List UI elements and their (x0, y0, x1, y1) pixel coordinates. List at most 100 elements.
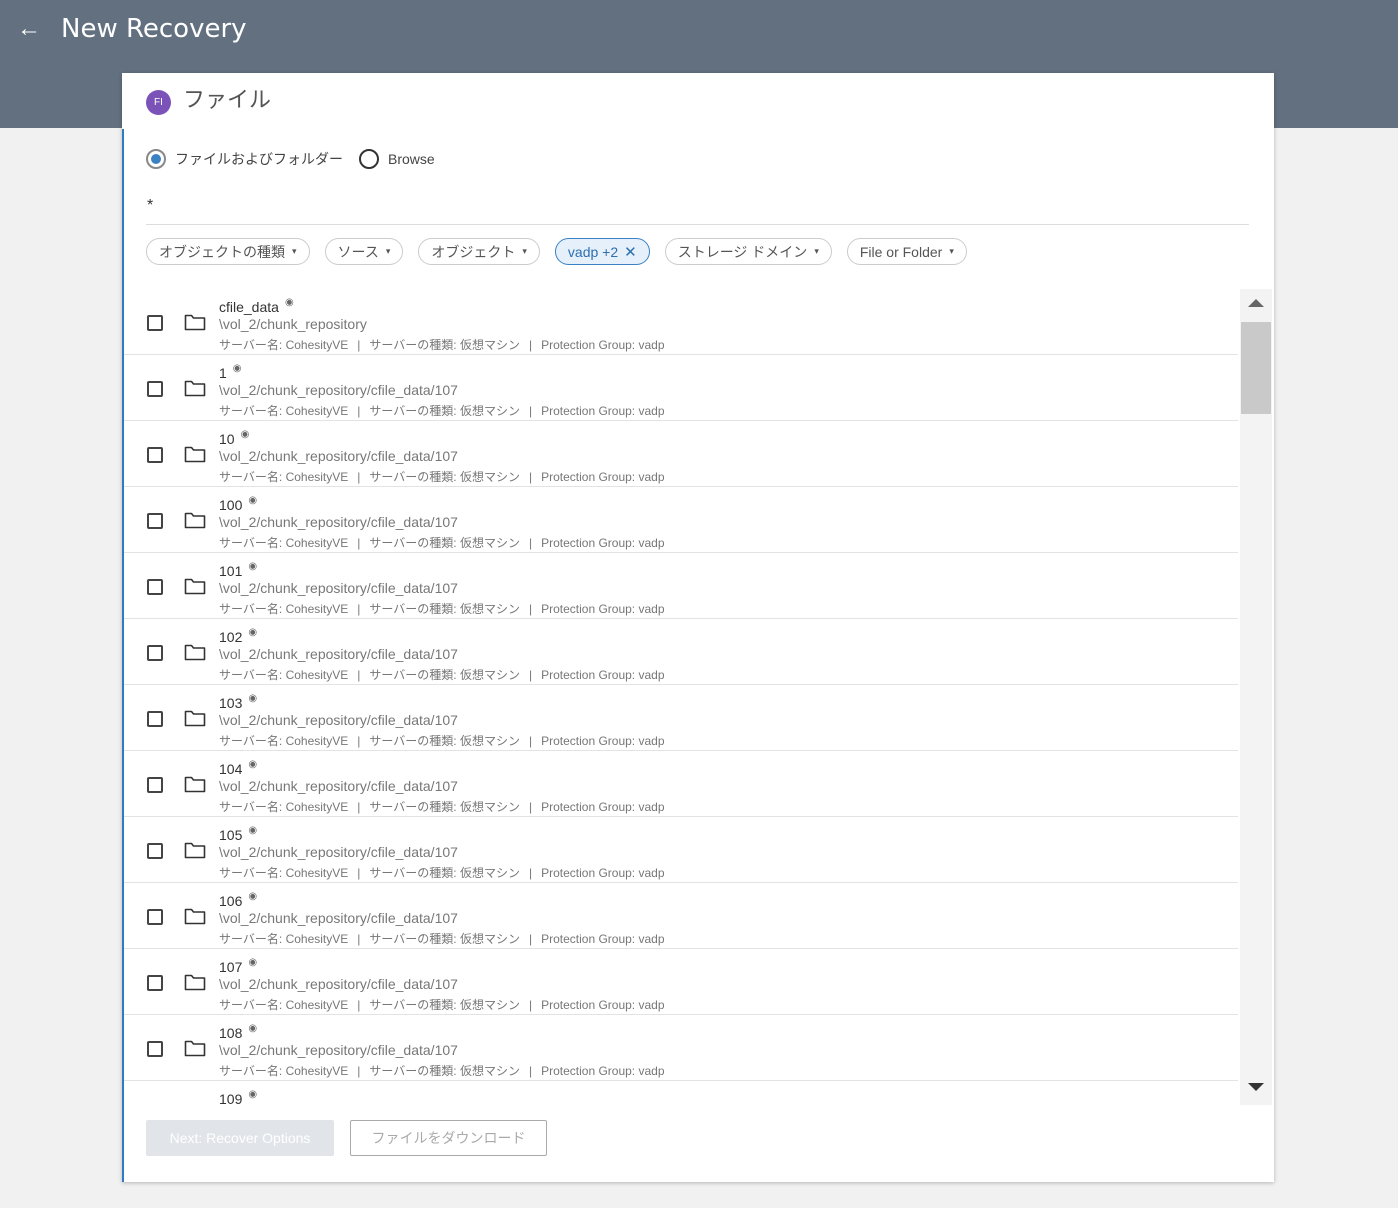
server-name-label: サーバー名: (219, 734, 283, 748)
radio-browse[interactable]: Browse (359, 149, 435, 169)
filter-chip[interactable]: ソース ▾ (324, 238, 404, 265)
scroll-down-arrow-icon[interactable] (1248, 1083, 1264, 1091)
server-name-label: サーバー名: (219, 1064, 283, 1078)
card-title: ファイル (183, 88, 272, 113)
list-item[interactable]: 100 ◉ \vol_2/chunk_repository/cfile_data/1… (124, 487, 1238, 553)
item-name[interactable]: 104 (219, 761, 242, 777)
radio-label: Browse (388, 151, 435, 167)
list-item[interactable]: 103 ◉ \vol_2/chunk_repository/cfile_data/1… (124, 685, 1238, 751)
download-files-button[interactable]: ファイルをダウンロード (350, 1120, 547, 1156)
folder-icon (184, 775, 206, 793)
card-header: FI ファイル (122, 73, 1274, 129)
eye-icon[interactable]: ◉ (248, 495, 257, 506)
list-item[interactable]: 108 ◉ \vol_2/chunk_repository/cfile_data/1… (124, 1015, 1238, 1081)
eye-icon[interactable]: ◉ (248, 891, 257, 902)
filter-chip[interactable]: vadp +2 ✕ (554, 238, 650, 265)
eye-icon[interactable]: ◉ (248, 825, 257, 836)
row-checkbox[interactable] (147, 513, 163, 529)
item-name[interactable]: 107 (219, 959, 242, 975)
server-name-value: CohesityVE (285, 1064, 349, 1078)
eye-icon[interactable]: ◉ (248, 627, 257, 638)
chevron-down-icon: ▾ (814, 246, 819, 256)
protection-group-label: Protection Group: (541, 800, 636, 814)
row-checkbox[interactable] (147, 975, 163, 991)
server-name-value: CohesityVE (285, 866, 349, 880)
list-item[interactable]: 105 ◉ \vol_2/chunk_repository/cfile_data/1… (124, 817, 1238, 883)
scroll-up-arrow-icon[interactable] (1248, 299, 1264, 307)
list-item[interactable]: 104 ◉ \vol_2/chunk_repository/cfile_data/1… (124, 751, 1238, 817)
filter-chip[interactable]: オブジェクト ▾ (418, 238, 540, 265)
row-checkbox[interactable] (147, 447, 163, 463)
list-item[interactable]: 107 ◉ \vol_2/chunk_repository/cfile_data/1… (124, 949, 1238, 1015)
item-name[interactable]: cfile_data (219, 299, 279, 315)
item-meta: サーバー名: CohesityVE | サーバーの種類: 仮想マシン | Protect… (219, 864, 665, 881)
item-name[interactable]: 106 (219, 893, 242, 909)
protection-group-value: vadp (638, 998, 665, 1012)
row-checkbox[interactable] (147, 1041, 163, 1057)
server-name-label: サーバー名: (219, 800, 283, 814)
item-name[interactable]: 103 (219, 695, 242, 711)
remove-filter-icon[interactable]: ✕ (624, 243, 637, 261)
row-checkbox[interactable] (147, 645, 163, 661)
server-type-label: サーバーの種類: (369, 800, 457, 814)
back-arrow-icon[interactable]: ← (16, 16, 42, 42)
server-name-value: CohesityVE (285, 602, 349, 616)
list-item[interactable]: 10 ◉ \vol_2/chunk_repository/cfile_data/10… (124, 421, 1238, 487)
list-scrollbar[interactable] (1240, 289, 1272, 1105)
eye-icon[interactable]: ◉ (248, 1023, 257, 1034)
item-path: \vol_2/chunk_repository/cfile_data/107 (219, 778, 458, 794)
list-item[interactable]: cfile_data ◉ \vol_2/chunk_repository サーバー名:… (124, 289, 1238, 355)
meta-separator: | (528, 536, 533, 550)
server-type-value: 仮想マシン (459, 470, 520, 484)
eye-icon[interactable]: ◉ (248, 561, 257, 572)
eye-icon[interactable]: ◉ (248, 957, 257, 968)
list-item[interactable]: 101 ◉ \vol_2/chunk_repository/cfile_data/1… (124, 553, 1238, 619)
folder-icon (184, 841, 206, 859)
meta-separator: | (528, 602, 533, 616)
radio-files-and-folders[interactable]: ファイルおよびフォルダー (146, 149, 343, 169)
row-checkbox[interactable] (147, 579, 163, 595)
row-checkbox[interactable] (147, 777, 163, 793)
filter-chip[interactable]: オブジェクトの種類 ▾ (146, 238, 310, 265)
eye-icon[interactable]: ◉ (285, 297, 294, 308)
filter-chip[interactable]: File or Folder ▾ (846, 238, 967, 265)
row-checkbox[interactable] (147, 711, 163, 727)
eye-icon[interactable]: ◉ (248, 693, 257, 704)
item-name[interactable]: 105 (219, 827, 242, 843)
server-type-label: サーバーの種類: (369, 998, 457, 1012)
eye-icon[interactable]: ◉ (241, 429, 250, 440)
row-checkbox[interactable] (147, 381, 163, 397)
search-input[interactable]: * (146, 195, 1249, 225)
folder-icon (184, 907, 206, 925)
item-name[interactable]: 100 (219, 497, 242, 513)
search-mode-radio-group: ファイルおよびフォルダー Browse (146, 148, 451, 170)
meta-separator: | (528, 734, 533, 748)
item-name-wrap: 104 ◉ (219, 759, 257, 777)
item-meta: サーバー名: CohesityVE | サーバーの種類: 仮想マシン | Protect… (219, 732, 665, 749)
list-item[interactable]: 106 ◉ \vol_2/chunk_repository/cfile_data/1… (124, 883, 1238, 949)
eye-icon[interactable]: ◉ (248, 759, 257, 770)
item-name[interactable]: 109 (219, 1091, 242, 1105)
row-checkbox[interactable] (147, 843, 163, 859)
row-checkbox[interactable] (147, 909, 163, 925)
radio-unchecked-icon (359, 149, 379, 169)
filter-chip[interactable]: ストレージ ドメイン ▾ (664, 238, 832, 265)
list-item[interactable]: 1 ◉ \vol_2/chunk_repository/cfile_data/107… (124, 355, 1238, 421)
eye-icon[interactable]: ◉ (248, 1089, 257, 1100)
list-item[interactable]: 102 ◉ \vol_2/chunk_repository/cfile_data/1… (124, 619, 1238, 685)
server-type-value: 仮想マシン (459, 932, 520, 946)
item-name[interactable]: 1 (219, 365, 227, 381)
item-name[interactable]: 10 (219, 431, 235, 447)
scrollbar-thumb[interactable] (1241, 322, 1271, 414)
server-type-label: サーバーの種類: (369, 338, 457, 352)
item-name[interactable]: 102 (219, 629, 242, 645)
row-checkbox[interactable] (147, 315, 163, 331)
item-name[interactable]: 101 (219, 563, 242, 579)
next-recover-options-button[interactable]: Next: Recover Options (146, 1120, 334, 1156)
server-name-label: サーバー名: (219, 866, 283, 880)
list-item[interactable]: 109 ◉ (124, 1081, 1238, 1105)
eye-icon[interactable]: ◉ (233, 363, 242, 374)
item-name[interactable]: 108 (219, 1025, 242, 1041)
server-type-value: 仮想マシン (459, 338, 520, 352)
item-path: \vol_2/chunk_repository/cfile_data/107 (219, 514, 458, 530)
